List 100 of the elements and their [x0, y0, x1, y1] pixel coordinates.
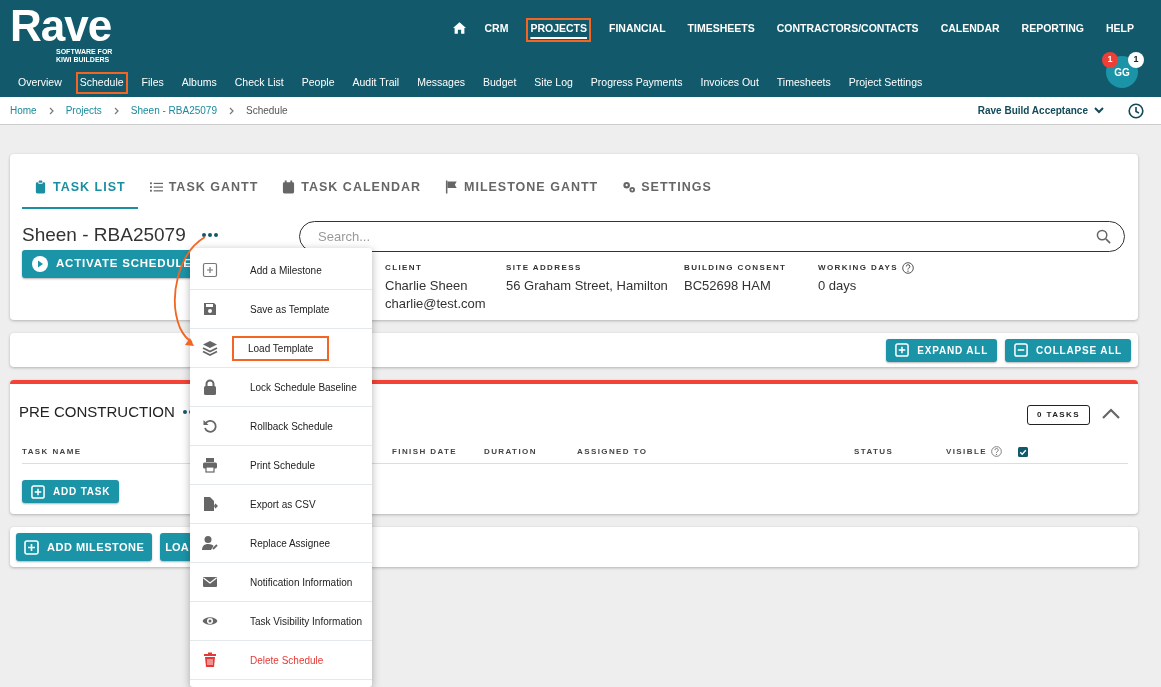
user-edit-icon	[202, 535, 218, 551]
project-tab[interactable]: Invoices Out	[696, 72, 763, 94]
nav-link[interactable]: CRM	[480, 18, 513, 42]
file-export-icon	[202, 496, 218, 512]
project-tab[interactable]: Audit Trail	[348, 72, 404, 94]
plus-square-icon	[31, 484, 45, 499]
clipboard-icon	[34, 180, 47, 195]
menu-item[interactable]: Save as Template	[248, 296, 332, 322]
nav-link[interactable]: PROJECTS	[526, 18, 591, 42]
project-tab[interactable]: Timesheets	[772, 72, 835, 94]
nav-link[interactable]: TIMESHEETS	[683, 18, 759, 42]
menu-item[interactable]: Delete Schedule	[248, 647, 326, 673]
field-label: SITE ADDRESS	[506, 261, 582, 274]
more-options-icon[interactable]	[201, 233, 218, 237]
project-tab[interactable]: Site Log	[530, 72, 577, 94]
menu-item[interactable]: Replace Assignee	[248, 530, 333, 556]
section-title: PRE CONSTRUCTION	[19, 401, 175, 422]
project-tab[interactable]: Budget	[479, 72, 521, 94]
menu-item[interactable]: Load Template	[232, 335, 330, 361]
column-header: TASK NAME	[22, 445, 82, 458]
breadcrumb-current: Schedule	[246, 104, 288, 118]
nav-link[interactable]: HELP	[1102, 18, 1138, 42]
search-field[interactable]: Search...	[299, 220, 1125, 252]
project-selector[interactable]: Rave Build Acceptance	[977, 103, 1088, 118]
field-value: Charlie Sheen	[385, 276, 469, 295]
layers-icon	[202, 340, 218, 356]
chevron-down-icon[interactable]	[1094, 107, 1104, 114]
chevron-right-icon	[113, 106, 119, 115]
calendar-icon	[282, 180, 296, 195]
add-task-button[interactable]: ADD TASK	[22, 480, 120, 503]
project-tab[interactable]: Schedule	[75, 72, 128, 94]
project-tab[interactable]: Overview	[14, 72, 66, 94]
project-tab[interactable]: Project Settings	[844, 72, 927, 94]
field-value: BC52698 HAM	[684, 276, 772, 295]
menu-item[interactable]: Lock Schedule Baseline	[248, 374, 359, 400]
field-value: 0 days	[818, 276, 858, 295]
breadcrumb-link[interactable]: Projects	[65, 103, 102, 118]
menu-item[interactable]: Export as CSV	[248, 491, 318, 517]
nav-link[interactable]: REPORTING	[1017, 18, 1088, 42]
nav-link[interactable]: FINANCIAL	[605, 18, 670, 42]
flag-icon	[445, 180, 458, 195]
collapse-all-button[interactable]: COLLAPSE ALL	[1005, 338, 1131, 362]
field-label: CLIENT	[385, 261, 423, 274]
project-tab[interactable]: Albums	[177, 72, 221, 94]
chevron-up-icon[interactable]	[1102, 407, 1120, 419]
notification-badge: 1	[1128, 52, 1144, 68]
minus-square-icon	[1014, 343, 1029, 357]
column-header: DURATION	[484, 445, 537, 458]
column-header: STATUS	[854, 445, 894, 458]
gears-icon	[622, 180, 636, 195]
tab[interactable]: SETTINGS	[610, 170, 724, 209]
notification-badge: 1	[1102, 52, 1118, 68]
home-icon[interactable]	[453, 22, 467, 34]
project-tab[interactable]: Check List	[230, 72, 288, 94]
load-button[interactable]: LOA	[160, 532, 192, 562]
expand-all-button[interactable]: EXPAND ALL	[886, 338, 998, 362]
plus-square-icon	[24, 539, 39, 555]
tab[interactable]: TASK GANTT	[137, 170, 271, 209]
column-header: VISIBLE	[946, 445, 987, 458]
chevron-right-icon	[48, 106, 54, 115]
add-milestone-button[interactable]: ADD MILESTONE	[16, 532, 153, 562]
column-header: ASSIGNED TO	[577, 445, 648, 458]
menu-item[interactable]: Rollback Schedule	[248, 413, 335, 439]
chevron-right-icon	[229, 106, 234, 115]
project-tab[interactable]: Progress Payments	[586, 72, 687, 94]
play-icon	[32, 255, 48, 272]
field-label: WORKING DAYS	[818, 261, 899, 274]
tab[interactable]: TASK LIST	[22, 170, 138, 209]
nav-link[interactable]: CALENDAR	[936, 18, 1004, 42]
trash-icon	[202, 652, 218, 668]
project-title: Sheen - RBA25079	[22, 222, 186, 247]
project-tab[interactable]: Files	[137, 72, 168, 94]
menu-item[interactable]: Notification Information	[248, 569, 355, 595]
lock-icon	[202, 379, 218, 395]
plus-square-icon	[202, 262, 218, 278]
tab[interactable]: TASK CALENDAR	[270, 170, 433, 209]
menu-item[interactable]: Add a Milestone	[248, 257, 324, 283]
menu-item[interactable]: Task Visibility Information	[248, 608, 365, 634]
breadcrumb-link[interactable]: Home	[10, 103, 37, 118]
field-value: charlie@test.com	[385, 294, 487, 313]
printer-icon	[202, 457, 218, 473]
field-value: 56 Graham Street, Hamilton	[506, 276, 669, 295]
list-icon	[149, 180, 163, 195]
plus-square-icon	[895, 343, 910, 357]
checkbox[interactable]	[1018, 446, 1028, 457]
project-tab[interactable]: People	[297, 72, 339, 94]
column-header: FINISH DATE	[392, 445, 458, 458]
project-tab[interactable]: Messages	[413, 72, 470, 94]
help-icon[interactable]	[990, 446, 1002, 457]
search-icon[interactable]	[1096, 228, 1111, 244]
logo-text: Rave	[10, 4, 113, 48]
tab[interactable]: MILESTONE GANTT	[433, 170, 611, 209]
breadcrumb-link[interactable]: Sheen - RBA25079	[130, 103, 217, 118]
nav-link[interactable]: CONTRACTORS/CONTACTS	[772, 18, 923, 42]
help-icon[interactable]	[902, 261, 915, 274]
clock-icon[interactable]	[1128, 102, 1144, 119]
field-label: BUILDING CONSENT	[684, 261, 787, 274]
menu-item[interactable]: Print Schedule	[248, 452, 318, 478]
task-count: 0 TASKS	[1027, 405, 1090, 425]
envelope-icon	[202, 574, 218, 590]
